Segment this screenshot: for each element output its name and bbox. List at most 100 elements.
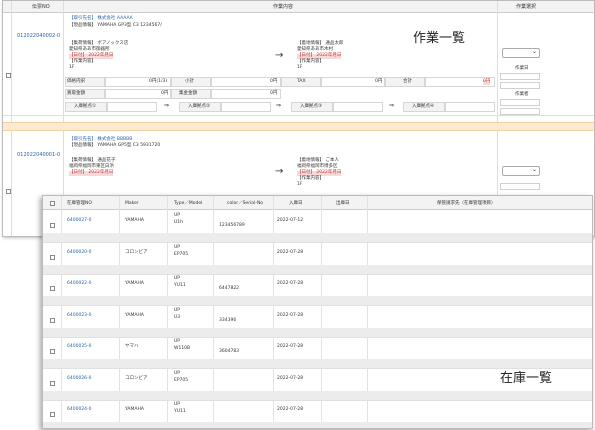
work-date-input[interactable] <box>500 183 540 190</box>
stock-no-link[interactable]: 6400025-0 <box>67 344 92 350</box>
col-maker: Maker <box>125 201 139 206</box>
model-info: 【現品情報】 YAMAHA GP3型 C3 1234567/ <box>69 23 162 28</box>
delivery-work: 【作業内容】 <box>297 59 324 64</box>
checkpoint-input[interactable] <box>333 102 383 112</box>
type-cell: UP <box>174 213 181 218</box>
col-storage-billing: 保管請求先（在庫管理項目） <box>437 201 496 206</box>
record-divider <box>3 122 594 131</box>
delivery-label: 【着地情報】 通品太郎 <box>297 41 344 46</box>
row-checkbox[interactable] <box>50 223 55 228</box>
total-value: 0円 <box>483 79 491 85</box>
price-label: 価格内訳 <box>67 79 85 84</box>
stock-no-link[interactable]: 6400022-0 <box>67 281 92 287</box>
delivery-date: 【日付】 2022年月日 <box>297 170 342 176</box>
type-cell: UP <box>174 244 181 250</box>
row-checkbox[interactable] <box>50 412 55 417</box>
sales-label: 買取金額 <box>67 91 85 96</box>
col-in-date: 入庫日 <box>289 201 303 206</box>
worker-input[interactable] <box>500 99 540 106</box>
stock-no-link[interactable]: 6400027-0 <box>67 218 92 224</box>
next-arrow-icon: ⇒ <box>164 102 170 109</box>
work-date-input[interactable] <box>500 82 540 89</box>
model-cell: YU11 <box>174 283 186 288</box>
pickup-label: 【集荷情報】 ボアノックス店 <box>69 41 129 46</box>
delivery-address: 福岡県福岡市博多区 <box>297 164 338 169</box>
model-cell: W110B <box>174 346 191 351</box>
delivery-floor: 1F <box>297 182 303 187</box>
delivery-floor: 1F <box>297 65 303 70</box>
work-date-input[interactable] <box>500 73 540 80</box>
pickup-address: 福岡県福岡市東区白浜 <box>69 164 114 169</box>
row-checkbox[interactable] <box>50 317 55 323</box>
stock-no-link[interactable]: 6400024-0 <box>67 407 92 413</box>
serial-cell: 334396 <box>219 317 237 323</box>
stock-no-link[interactable]: 6400023-0 <box>67 313 92 319</box>
in-date-cell: 2022-07-12 <box>277 218 304 223</box>
stock-list-title: 在庫一覧 <box>500 371 553 386</box>
delivery-work: 【作業内容】 <box>297 176 324 181</box>
maker-cell: ヤマハ <box>125 344 139 349</box>
row-checkbox[interactable] <box>50 286 55 291</box>
checkpoint-label: 入庫拠点② <box>188 104 211 109</box>
collect-label: 集金金額 <box>179 91 197 96</box>
in-date-cell: 2022-07-28 <box>277 312 304 318</box>
maker-cell: YAMAHA <box>125 407 144 412</box>
in-date-cell: 2022-07-28 <box>277 281 304 286</box>
stock-row: 6400024-0 YAMAHA UP YU11 2022-07-28 <box>43 400 592 428</box>
checkpoint-input[interactable] <box>221 102 271 112</box>
pickup-floor: 1F <box>69 65 75 70</box>
type-cell: UP <box>174 339 181 344</box>
checkpoint-label: 入庫拠点③ <box>300 104 323 109</box>
stock-no-link[interactable]: 6400026-0 <box>67 376 92 382</box>
slip-no-link[interactable]: 012022040002-0 <box>17 34 60 39</box>
transfer-arrow-icon: → <box>275 50 284 61</box>
subtotal-value: 0円 <box>270 79 278 84</box>
type-cell: UP <box>174 307 181 313</box>
row-checkbox[interactable] <box>50 380 55 386</box>
record-checkbox[interactable] <box>6 73 11 78</box>
pickup-date: 【日付】 2022年月日 <box>69 53 114 59</box>
subtotal-label: 小計 <box>185 79 194 84</box>
delivery-address: 愛知県ああ市木村 <box>297 47 333 52</box>
checkpoint-input[interactable] <box>445 102 495 112</box>
header-work-select: 作業選択 <box>516 4 537 10</box>
tax-value: 0円 <box>375 79 383 84</box>
row-checkbox[interactable] <box>50 349 55 354</box>
select-all-checkbox[interactable] <box>50 201 55 206</box>
tax-label: TAX <box>297 79 306 84</box>
customer-name[interactable]: 【取引先名】 株式会社 AAAAA <box>69 16 133 22</box>
work-select-dropdown[interactable] <box>502 48 540 58</box>
stock-list-header: 在庫管理NO Maker Type／Model color／Serial-No … <box>43 196 592 210</box>
in-date-cell: 2022-07-28 <box>277 375 304 381</box>
serial-cell: 123456789 <box>219 223 245 228</box>
type-cell: UP <box>174 276 181 281</box>
stock-no-link[interactable]: 6400020-0 <box>67 250 92 256</box>
header-work-content: 作業内容 <box>273 4 294 10</box>
next-arrow-icon: ⇒ <box>389 102 395 109</box>
work-select-dropdown[interactable] <box>502 166 540 176</box>
maker-cell: YAMAHA <box>125 281 144 286</box>
maker-cell: YAMAHA <box>125 312 144 318</box>
worker-input[interactable] <box>500 108 540 115</box>
sales-value: 0円 <box>161 91 169 96</box>
serial-cell: 3604783 <box>219 349 240 354</box>
row-checkbox[interactable] <box>50 254 55 260</box>
pickup-work: 【作業内容】 <box>69 59 96 64</box>
in-date-cell: 2022-07-28 <box>277 344 304 349</box>
stock-list-panel: 在庫管理NO Maker Type／Model color／Serial-No … <box>42 195 593 429</box>
maker-cell: コロンビア <box>125 375 148 381</box>
price-value: 0円(1/3) <box>149 79 168 84</box>
pickup-address: 愛知県ああ市御器所 <box>69 47 110 52</box>
work-date-label: 作業日 <box>515 66 529 71</box>
serial-cell: 6447822 <box>219 286 240 291</box>
record-checkbox[interactable] <box>6 189 11 194</box>
model-info: 【現品情報】 YAMAHA GP5型 C3 5931720 <box>69 143 161 148</box>
pickup-date: 【日付】 2022年月日 <box>69 170 114 176</box>
col-stock-no: 在庫管理NO <box>67 201 92 206</box>
model-cell: U1h <box>174 220 184 225</box>
checkpoint-input[interactable] <box>107 102 157 112</box>
slip-no-link[interactable]: 012022040001-0 <box>17 153 60 158</box>
delivery-label: 【着地情報】 ご本人 <box>297 158 339 163</box>
customer-name[interactable]: 【取引先名】 株式会社 BBBBB <box>69 137 132 143</box>
transfer-arrow-icon: → <box>275 166 284 177</box>
